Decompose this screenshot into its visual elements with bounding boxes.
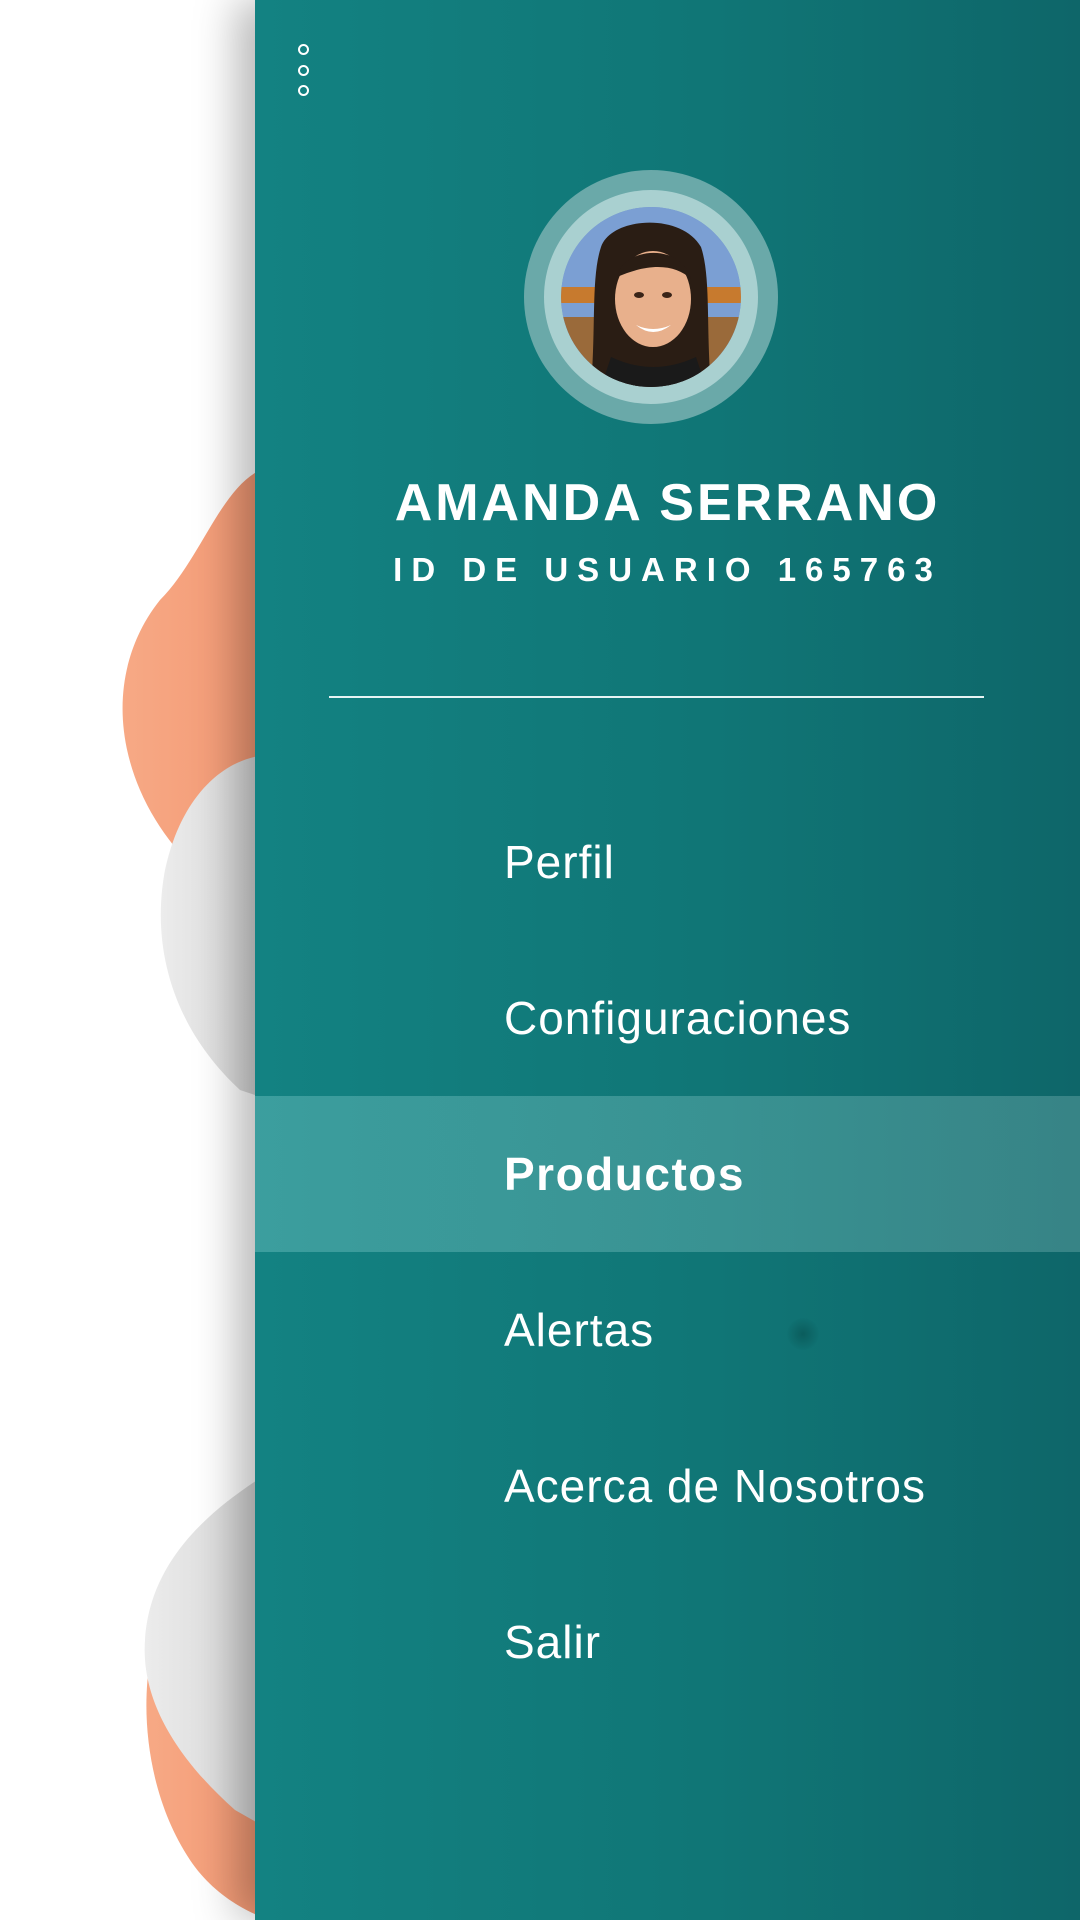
menu-item-label: Acerca de Nosotros	[504, 1460, 926, 1512]
more-options-button[interactable]	[289, 44, 317, 96]
app-screen: AMANDA SERRANO ID DE USUARIO 165763 Perf…	[0, 0, 1080, 1920]
menu-item-label: Productos	[504, 1148, 745, 1200]
touch-ripple	[787, 1318, 819, 1350]
header-divider	[329, 696, 984, 698]
navigation-drawer: AMANDA SERRANO ID DE USUARIO 165763 Perf…	[255, 0, 1080, 1920]
menu-item-acerca-de-nosotros[interactable]: Acerca de Nosotros	[255, 1408, 1080, 1564]
avatar-outer-ring[interactable]	[524, 170, 778, 424]
menu-item-label: Alertas	[504, 1304, 655, 1356]
menu-item-label: Configuraciones	[504, 992, 852, 1044]
avatar-photo	[561, 207, 741, 387]
avatar	[561, 207, 741, 387]
more-vertical-icon-dot	[297, 85, 309, 96]
menu-item-label: Perfil	[504, 836, 615, 888]
more-vertical-icon-dot	[297, 64, 309, 76]
menu-item-alertas[interactable]: Alertas	[255, 1252, 1080, 1408]
drawer-menu: Perfil Configuraciones Productos Alertas…	[255, 784, 1080, 1720]
menu-item-salir[interactable]: Salir	[255, 1564, 1080, 1720]
menu-item-label: Salir	[504, 1616, 602, 1668]
user-name: AMANDA SERRANO	[394, 474, 941, 532]
user-id: ID DE USUARIO 165763	[393, 551, 942, 588]
avatar-inner-ring	[544, 190, 758, 404]
menu-item-productos[interactable]: Productos	[255, 1096, 1080, 1252]
menu-item-perfil[interactable]: Perfil	[255, 784, 1080, 940]
menu-item-configuraciones[interactable]: Configuraciones	[255, 940, 1080, 1096]
more-vertical-icon	[297, 44, 309, 55]
